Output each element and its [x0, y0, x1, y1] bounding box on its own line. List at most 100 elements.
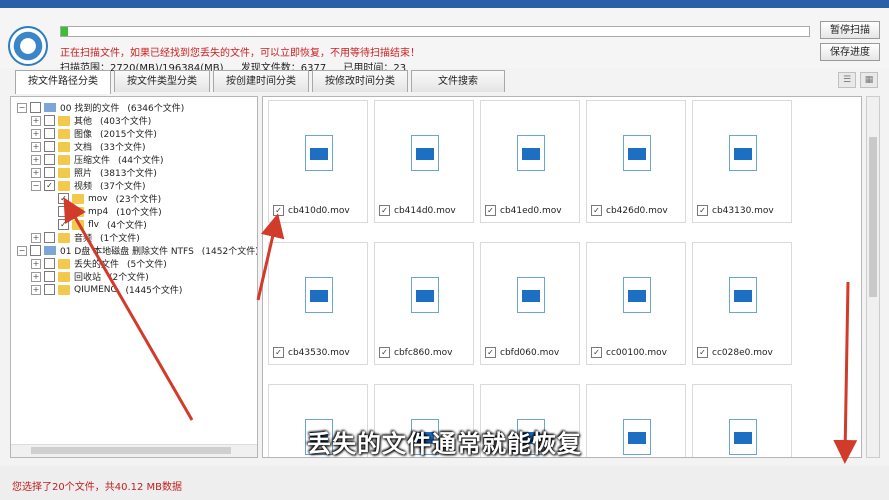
drive-icon	[44, 246, 56, 255]
file-checkbox[interactable]: ✓	[485, 347, 496, 358]
file-card[interactable]: ✓ cb410d0.mov	[268, 100, 368, 223]
expand-icon[interactable]: +	[31, 128, 41, 139]
tree-checkbox[interactable]	[44, 115, 55, 126]
tree-checkbox[interactable]: ✓	[58, 193, 69, 204]
file-name: cbfc860.mov	[394, 347, 453, 358]
tree-node[interactable]: − 01 D盘 本地磁盘 删除文件 NTFS (1452个文件)	[17, 244, 258, 257]
file-checkbox[interactable]: ✓	[591, 347, 602, 358]
folder-icon	[58, 258, 70, 269]
selection-summary: 您选择了20个文件，共40.12 MB数据	[12, 482, 183, 493]
expand-icon[interactable]: +	[31, 232, 41, 243]
tree-node[interactable]: mp4 (10个文件)	[45, 205, 162, 218]
file-card[interactable]: ✓ cb414d0.mov	[374, 100, 474, 223]
expand-icon[interactable]: +	[31, 141, 41, 152]
tree-checkbox[interactable]	[30, 102, 41, 113]
folder-icon	[72, 206, 84, 217]
tree-node[interactable]: + 文档 (33个文件)	[31, 140, 146, 153]
list-view-icon[interactable]: ☰	[838, 72, 856, 88]
file-card[interactable]: ✓ cb426d0.mov	[586, 100, 686, 223]
tree-node-label: flv	[88, 219, 99, 230]
tree-checkbox[interactable]: ✓	[44, 180, 55, 191]
file-checkbox[interactable]: ✓	[485, 205, 496, 216]
grid-view-icon[interactable]: ▦	[860, 72, 878, 88]
tree-node[interactable]: + 压缩文件 (44个文件)	[31, 153, 164, 166]
file-thumbnail-grid: ✓ cb410d0.mov ✓ cb414d0.mov ✓ cb41ed0.mov ✓ cb4…	[262, 96, 862, 458]
file-checkbox[interactable]: ✓	[379, 205, 390, 216]
tree-checkbox[interactable]	[44, 271, 55, 282]
tree-checkbox[interactable]	[44, 128, 55, 139]
tree-node-label: 00 找到的文件	[60, 104, 120, 114]
file-card[interactable]: ✓ cb43530.mov	[268, 242, 368, 365]
app-logo-icon	[8, 26, 48, 66]
tab-by-type[interactable]: 按文件类型分类	[114, 70, 210, 92]
file-name: cb414d0.mov	[394, 205, 456, 216]
tree-checkbox[interactable]	[44, 258, 55, 269]
file-card[interactable]: ✓ cc028e0.mov	[692, 242, 792, 365]
tree-node[interactable]: + 丢失的文件 (5个文件)	[31, 257, 167, 270]
video-file-icon	[623, 135, 651, 171]
file-caption: ✓ cbfd060.mov	[485, 347, 559, 358]
file-checkbox[interactable]: ✓	[273, 347, 284, 358]
tree-checkbox[interactable]	[44, 141, 55, 152]
tree-node[interactable]: + 其他 (403个文件)	[31, 114, 151, 127]
file-card[interactable]: ✓ cb41ed0.mov	[480, 100, 580, 223]
file-caption: ✓ cb43130.mov	[697, 205, 774, 216]
collapse-icon[interactable]: −	[17, 245, 27, 256]
expand-icon[interactable]: +	[31, 115, 41, 126]
save-progress-button[interactable]: 保存进度	[820, 43, 880, 61]
collapse-icon[interactable]: −	[17, 102, 27, 113]
file-name: cbfd060.mov	[500, 347, 560, 358]
tree-node[interactable]: + 回收站 (2个文件)	[31, 270, 149, 283]
tab-file-search[interactable]: 文件搜索	[411, 70, 505, 92]
expand-icon[interactable]: +	[31, 167, 41, 178]
folder-icon	[58, 115, 70, 126]
expand-icon[interactable]: +	[31, 258, 41, 269]
tree-checkbox[interactable]	[44, 154, 55, 165]
tree-node-count: (1452个文件)	[201, 247, 258, 257]
expand-icon[interactable]: +	[31, 271, 41, 282]
file-card[interactable]: ✓ cbfc860.mov	[374, 242, 474, 365]
grid-vertical-scrollbar[interactable]	[866, 96, 880, 458]
video-file-icon	[517, 277, 545, 313]
file-checkbox[interactable]: ✓	[697, 347, 708, 358]
tree-checkbox[interactable]	[58, 206, 69, 217]
tree-node-count: (37个文件)	[100, 182, 146, 192]
file-caption: ✓ cbfc860.mov	[379, 347, 452, 358]
tree-node-count: (6346个文件)	[127, 104, 185, 114]
file-name: cb410d0.mov	[288, 205, 350, 216]
video-file-icon	[729, 277, 757, 313]
tree-node[interactable]: + 照片 (3813个文件)	[31, 166, 157, 179]
file-checkbox[interactable]: ✓	[697, 205, 708, 216]
tree-node[interactable]: ✓ mov (23个文件)	[45, 192, 161, 205]
file-checkbox[interactable]: ✓	[273, 205, 284, 216]
tree-node[interactable]: + QIUMENG (1445个文件)	[31, 283, 182, 296]
tree-checkbox[interactable]	[44, 167, 55, 178]
tree-checkbox[interactable]	[44, 284, 55, 295]
tree-checkbox[interactable]	[30, 245, 41, 256]
file-card[interactable]: ✓ cc00100.mov	[586, 242, 686, 365]
tree-node[interactable]: − 00 找到的文件 (6346个文件)	[17, 101, 184, 114]
tree-checkbox[interactable]: ✓	[58, 219, 69, 230]
tab-by-path[interactable]: 按文件路径分类	[15, 70, 111, 94]
view-toggle: ☰ ▦	[838, 72, 878, 88]
tree-node-count: (10个文件)	[116, 208, 162, 218]
tree-node[interactable]: − ✓ 视频 (37个文件)	[31, 179, 146, 192]
tree-node-label: 音频	[74, 234, 93, 244]
pause-scan-button[interactable]: 暂停扫描	[820, 21, 880, 39]
folder-icon	[58, 167, 70, 178]
file-checkbox[interactable]: ✓	[379, 347, 390, 358]
collapse-icon[interactable]: −	[31, 180, 41, 191]
tree-node-count: (1445个文件)	[125, 286, 183, 296]
tree-node[interactable]: ✓ flv (4个文件)	[45, 218, 147, 231]
tree-node[interactable]: + 图像 (2015个文件)	[31, 127, 157, 140]
tree-checkbox[interactable]	[44, 232, 55, 243]
expand-icon[interactable]: +	[31, 154, 41, 165]
file-card[interactable]: ✓ cbfd060.mov	[480, 242, 580, 365]
tree-node[interactable]: + 音频 (1个文件)	[31, 231, 140, 244]
expand-icon[interactable]: +	[31, 284, 41, 295]
file-card[interactable]: ✓ cb43130.mov	[692, 100, 792, 223]
tab-by-created[interactable]: 按创建时间分类	[213, 70, 309, 92]
file-checkbox[interactable]: ✓	[591, 205, 602, 216]
tab-by-modified[interactable]: 按修改时间分类	[312, 70, 408, 92]
folder-icon	[58, 141, 70, 152]
